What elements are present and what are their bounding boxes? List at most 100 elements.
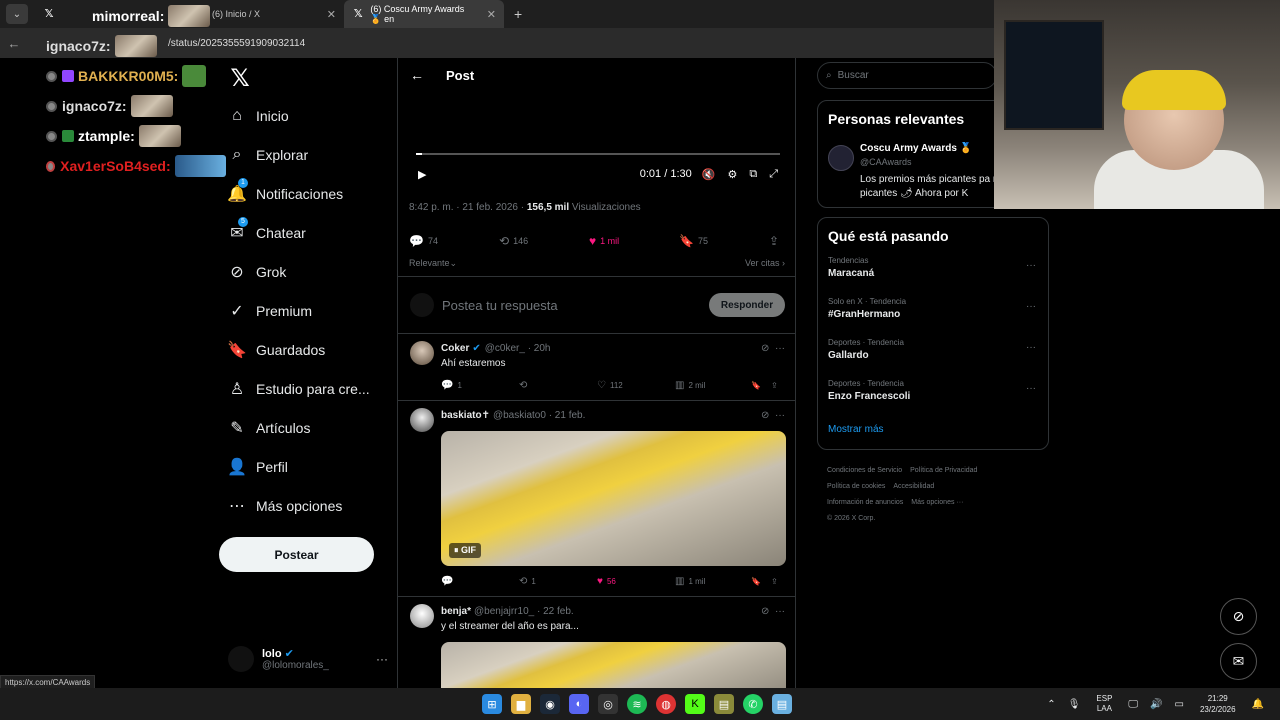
nav-item-grok[interactable]: ⊘ Grok bbox=[218, 252, 396, 291]
chevron-up-icon[interactable]: ⌃ bbox=[1047, 699, 1055, 710]
trend-item[interactable]: Solo en X · Tendencia #GranHermano ··· bbox=[818, 295, 1048, 336]
tab-list-button[interactable]: ⌄ bbox=[6, 4, 28, 24]
close-icon[interactable]: ✕ bbox=[327, 8, 336, 21]
footer-link[interactable]: Información de anuncios bbox=[827, 499, 903, 506]
trend-item[interactable]: Deportes · Tendencia Enzo Francescoli ··· bbox=[818, 377, 1048, 418]
mute-icon[interactable]: 🔇 bbox=[702, 168, 716, 181]
show-more-link[interactable]: Mostrar más bbox=[818, 418, 1048, 449]
views-button[interactable]: ▥ 2 mil bbox=[675, 380, 751, 391]
file-explorer-icon[interactable]: ▆ bbox=[511, 694, 531, 714]
notification-icon[interactable]: 🔔 bbox=[1252, 699, 1264, 710]
share-icon[interactable]: ⇪ bbox=[771, 381, 778, 390]
tab-coscu[interactable]: 𝕏 (6) Coscu Army Awards 🏅 en ✕ bbox=[344, 0, 504, 28]
settings-icon[interactable]: ⚙ bbox=[727, 168, 737, 181]
chrome-icon[interactable]: ◍ bbox=[656, 694, 676, 714]
footer-link[interactable]: Accesibilidad bbox=[893, 483, 934, 490]
search-input[interactable]: ⌕ Buscar bbox=[817, 62, 997, 89]
back-arrow-icon[interactable]: ← bbox=[0, 36, 28, 51]
avatar[interactable] bbox=[828, 145, 854, 171]
kick-icon[interactable]: K bbox=[685, 694, 705, 714]
bookmark-count[interactable]: 🔖 75 bbox=[679, 234, 769, 248]
nav-item-notificaciones[interactable]: 🔔 1 Notificaciones bbox=[218, 174, 396, 213]
play-icon[interactable]: ▶ bbox=[418, 168, 426, 181]
footer-link[interactable]: Política de Privacidad bbox=[910, 467, 977, 474]
bookmark-icon[interactable]: 🔖 bbox=[751, 381, 771, 390]
sort-dropdown[interactable]: Relevante⌄ bbox=[409, 258, 457, 269]
spotify-icon[interactable]: ≋ bbox=[627, 694, 647, 714]
relevant-name[interactable]: Coscu Army Awards 🏅 bbox=[860, 143, 972, 154]
share-icon[interactable]: ⇪ bbox=[769, 234, 783, 248]
reply-item[interactable]: baskiato✝ @baskiato0 · 21 feb. ⊘ ··· ⏸ GI… bbox=[398, 402, 795, 597]
new-tab-icon[interactable]: + bbox=[514, 6, 522, 22]
battery-icon[interactable]: ▭ bbox=[1175, 699, 1184, 710]
nav-item-perfil[interactable]: 👤 Perfil bbox=[218, 447, 396, 486]
nav-item-explorar[interactable]: ⌕ Explorar bbox=[218, 135, 396, 174]
account-switcher[interactable]: lolo ✔ @lolomorales_ ··· bbox=[228, 644, 388, 674]
views-button[interactable]: ▥ 1 mil bbox=[675, 576, 751, 587]
microphone-icon[interactable]: 🎙 bbox=[1068, 699, 1081, 710]
footer-link[interactable]: Más opciones ··· bbox=[911, 499, 963, 506]
pip-icon[interactable]: ⧉ bbox=[749, 168, 757, 181]
footer-link[interactable]: Condiciones de Servicio bbox=[827, 467, 902, 474]
reply-item[interactable]: benja* @benjajrr10_ · 22 feb. ⊘ ··· y el … bbox=[398, 598, 795, 688]
trend-item[interactable]: Tendencias Maracaná ··· bbox=[818, 254, 1048, 295]
reply-button[interactable]: 💬 1 bbox=[441, 380, 519, 391]
trend-item[interactable]: Deportes · Tendencia Gallardo ··· bbox=[818, 336, 1048, 377]
reply-button[interactable]: 💬 bbox=[441, 576, 519, 587]
back-arrow-icon[interactable]: ← bbox=[410, 67, 446, 83]
language-indicator[interactable]: ESP LAA bbox=[1096, 694, 1112, 714]
more-icon[interactable]: ··· bbox=[1026, 301, 1036, 312]
gif-media[interactable]: ⏸ GIF bbox=[441, 431, 786, 566]
gif-label[interactable]: ⏸ GIF bbox=[449, 543, 482, 558]
footer-link[interactable]: Política de cookies bbox=[827, 483, 885, 490]
volume-icon[interactable]: 🔊 bbox=[1150, 699, 1162, 710]
view-quotes-link[interactable]: Ver citas › bbox=[745, 258, 785, 269]
repost-button[interactable]: ⟲ 1 bbox=[519, 576, 597, 587]
reply-options[interactable]: ⊘ ··· bbox=[761, 410, 785, 421]
avatar[interactable] bbox=[410, 341, 434, 365]
close-icon[interactable]: ✕ bbox=[487, 8, 496, 21]
post-button[interactable]: Postear bbox=[219, 537, 374, 572]
fullscreen-icon[interactable]: ⤢ bbox=[769, 168, 778, 181]
reply-count[interactable]: 💬 74 bbox=[409, 234, 499, 248]
app-icon[interactable]: ▤ bbox=[714, 694, 734, 714]
clock[interactable]: 21:29 23/2/2026 bbox=[1200, 693, 1236, 715]
nav-item-chatear[interactable]: ✉ 5 Chatear bbox=[218, 213, 396, 252]
discord-icon[interactable]: ◐ bbox=[569, 694, 589, 714]
notepad-icon[interactable]: ▤ bbox=[772, 694, 792, 714]
network-icon[interactable]: 🖵 bbox=[1128, 699, 1138, 710]
repost-count[interactable]: ⟲ 146 bbox=[499, 234, 589, 248]
share-icon[interactable]: ⇪ bbox=[771, 577, 778, 586]
nav-item-mas-opciones[interactable]: ⋯ Más opciones bbox=[218, 486, 396, 525]
obs-icon[interactable]: ◎ bbox=[598, 694, 618, 714]
nav-item-premium[interactable]: ✓ Premium bbox=[218, 291, 396, 330]
windows-start-icon[interactable]: ⊞ bbox=[482, 694, 502, 714]
video-player[interactable]: ▶ 0:01 / 1:30 🔇 ⚙ ⧉ ⤢ bbox=[410, 92, 786, 188]
nav-item-inicio[interactable]: ⌂ Inicio bbox=[218, 96, 396, 135]
bookmark-icon[interactable]: 🔖 bbox=[751, 577, 771, 586]
like-count[interactable]: ♥ 1 mil bbox=[589, 234, 679, 248]
x-logo-icon[interactable]: 𝕏 bbox=[222, 60, 258, 96]
avatar[interactable] bbox=[410, 408, 434, 432]
like-button[interactable]: ♡ 112 bbox=[597, 380, 675, 391]
reply-input[interactable]: Postea tu respuesta bbox=[442, 298, 558, 313]
messages-fab-icon[interactable]: ✉ bbox=[1220, 643, 1257, 680]
nav-item-guardados[interactable]: 🔖 Guardados bbox=[218, 330, 396, 369]
more-icon[interactable]: ··· bbox=[1026, 342, 1036, 353]
avatar[interactable] bbox=[410, 604, 434, 628]
gif-media[interactable] bbox=[441, 642, 786, 688]
more-icon[interactable]: ··· bbox=[376, 652, 388, 666]
video-progress-bar[interactable] bbox=[416, 153, 780, 155]
reply-item[interactable]: Coker ✔ @c0ker_ · 20h ⊘ ··· Ahí estaremos … bbox=[398, 335, 795, 401]
repost-button[interactable]: ⟲ bbox=[519, 380, 597, 391]
whatsapp-icon[interactable]: ✆ bbox=[743, 694, 763, 714]
more-icon[interactable]: ··· bbox=[1026, 383, 1036, 394]
reply-options[interactable]: ⊘ ··· bbox=[761, 606, 785, 617]
like-button[interactable]: ♥ 56 bbox=[597, 576, 675, 587]
reply-button[interactable]: Responder bbox=[709, 293, 785, 317]
steam-icon[interactable]: ◉ bbox=[540, 694, 560, 714]
more-icon[interactable]: ··· bbox=[1026, 260, 1036, 271]
nav-item-estudio[interactable]: ♙ Estudio para cre... bbox=[218, 369, 396, 408]
reply-options[interactable]: ⊘ ··· bbox=[761, 343, 785, 354]
grok-fab-icon[interactable]: ⊘ bbox=[1220, 598, 1257, 635]
